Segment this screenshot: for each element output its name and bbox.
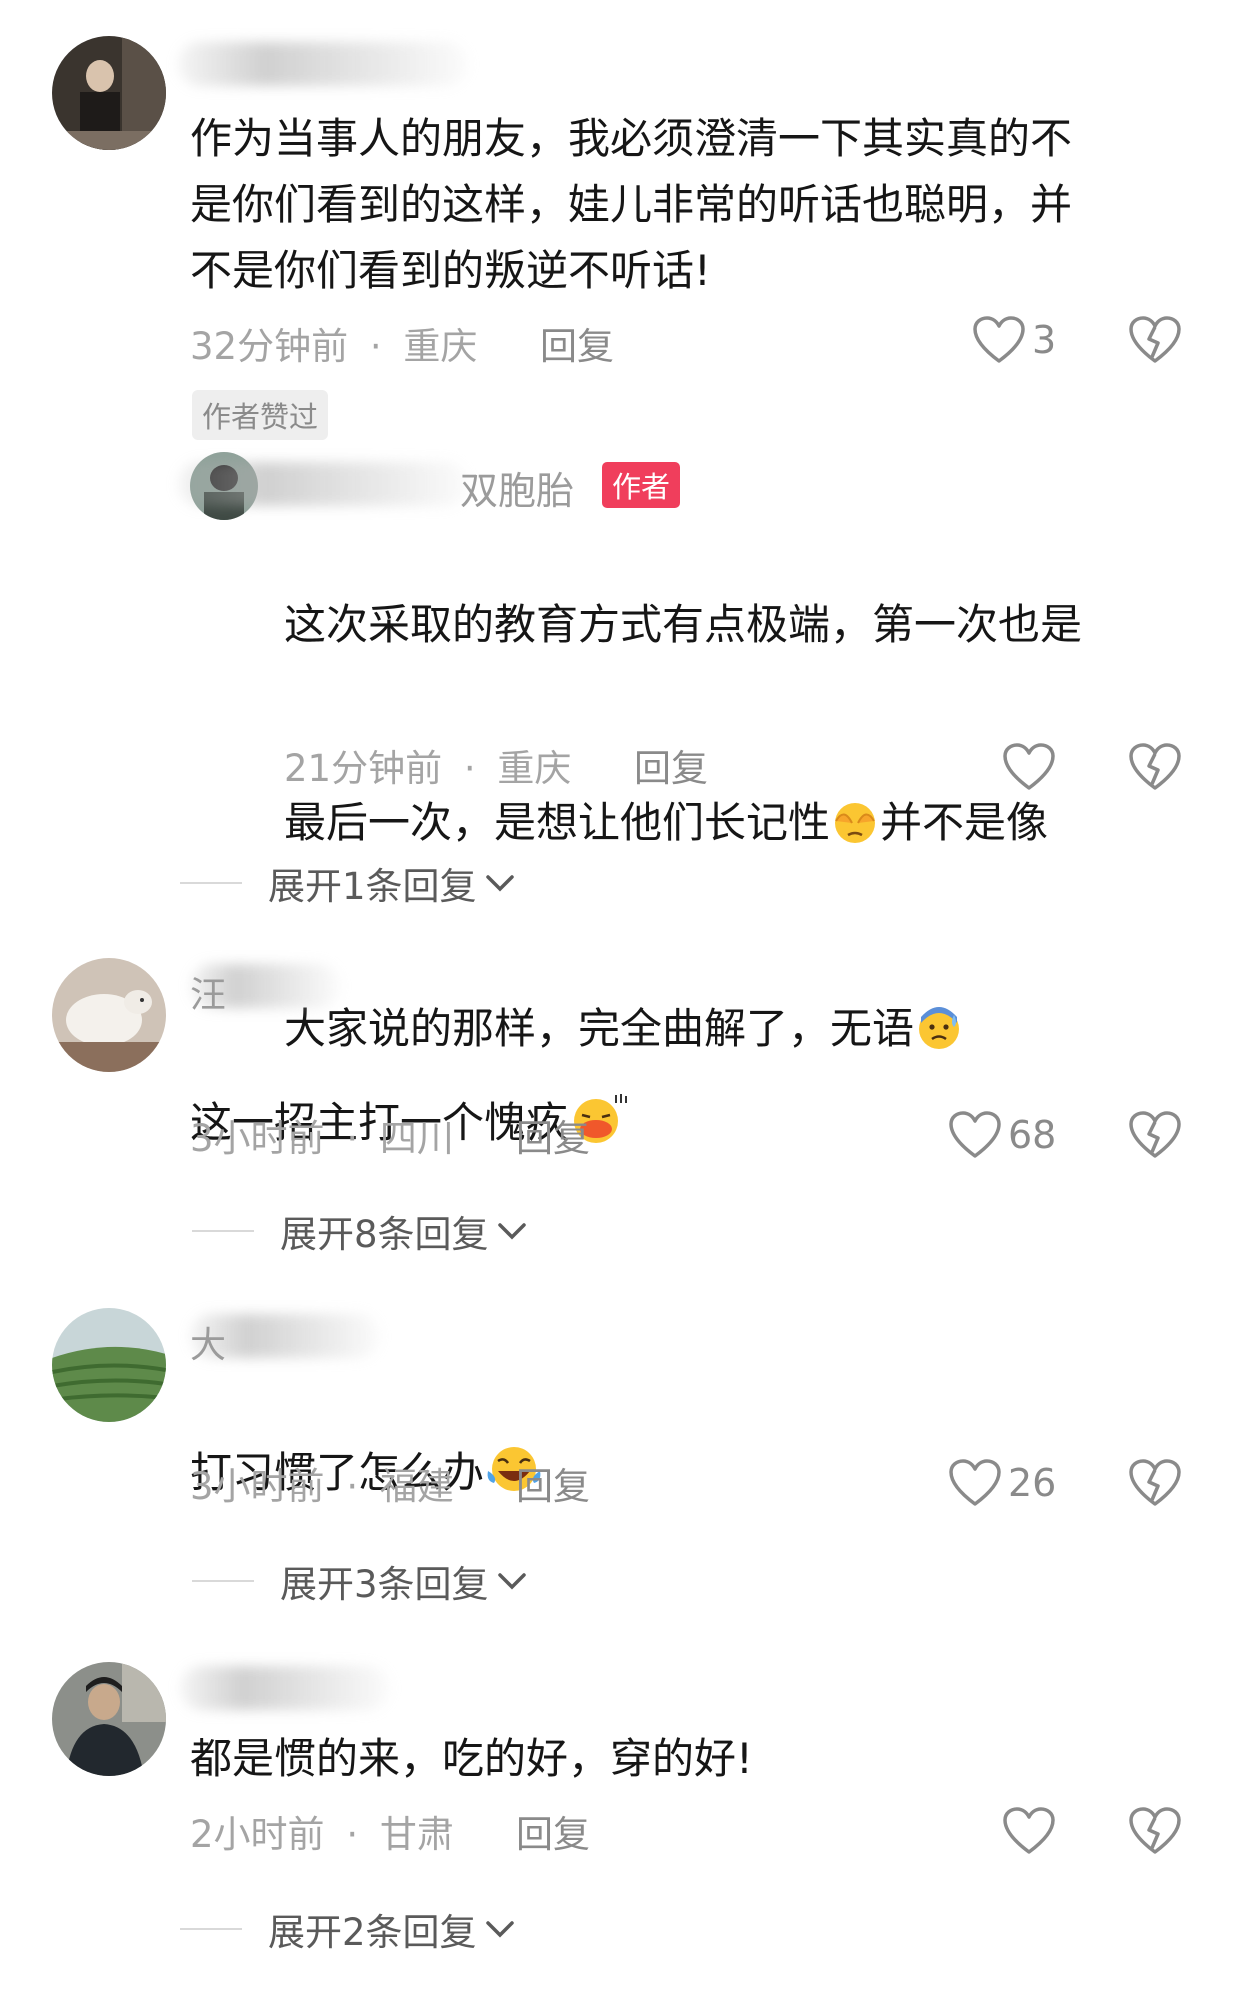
chevron-down-icon	[497, 1573, 526, 1590]
reply-button[interactable]: 回复	[516, 1804, 590, 1858]
expand-replies-label: 展开1条回复	[268, 865, 477, 908]
author-badge: 作者	[602, 462, 681, 508]
dislike-button[interactable]	[1128, 1110, 1182, 1164]
broken-heart-icon	[1129, 1807, 1181, 1854]
commenter-name[interactable]: 大	[190, 1316, 226, 1368]
comment-meta: 2小时前 · 甘肃	[190, 1804, 454, 1858]
meta-separator: ·	[369, 325, 382, 368]
reply-button[interactable]: 回复	[516, 1456, 590, 1510]
chevron-down-icon	[497, 1223, 526, 1240]
like-button[interactable]: 26	[948, 1458, 1056, 1508]
reply-button[interactable]: 回复	[516, 1108, 590, 1162]
like-button[interactable]: 68	[948, 1110, 1056, 1160]
commenter-name-blurred[interactable]	[180, 1666, 390, 1710]
like-count: 3	[1032, 318, 1057, 362]
like-button[interactable]	[1002, 1806, 1056, 1856]
comment-text: 作为当事人的朋友，我必须澄清一下其实真的不 是你们看到的这样，娃儿非常的听话也聪…	[190, 114, 1073, 295]
like-button[interactable]	[1002, 742, 1056, 792]
heart-icon	[1003, 743, 1055, 790]
expand-replies-button[interactable]: 展开8条回复	[192, 1204, 527, 1258]
reply-button[interactable]: 回复	[540, 316, 614, 370]
commenter-name-blurred[interactable]	[178, 42, 468, 86]
comment-meta: 3小时前 · 福建	[190, 1456, 454, 1510]
chevron-down-icon	[485, 1921, 514, 1938]
expand-replies-label: 展开3条回复	[280, 1563, 489, 1606]
comment-location: 重庆	[403, 325, 478, 368]
expand-replies-button[interactable]: 展开3条回复	[192, 1554, 527, 1608]
heart-icon	[949, 1459, 1001, 1506]
like-count: 68	[1008, 1113, 1057, 1157]
comment-time: 3小时前	[190, 1465, 325, 1508]
covering-face-emoji	[830, 798, 880, 864]
avatar[interactable]	[52, 1662, 166, 1776]
expand-replies-label: 展开2条回复	[268, 1911, 477, 1954]
meta-separator: ·	[346, 1465, 359, 1508]
comment-location: 四川	[379, 1117, 454, 1160]
broken-heart-icon	[1129, 316, 1181, 363]
comment-meta: 3小时前 · 四川	[190, 1108, 454, 1162]
heart-icon	[973, 316, 1025, 363]
expand-replies-button[interactable]: 展开1条回复	[180, 856, 515, 910]
dislike-button[interactable]	[1128, 742, 1182, 796]
author-liked-tag: 作者赞过	[192, 390, 329, 440]
chevron-down-icon	[485, 875, 514, 892]
dislike-button[interactable]	[1128, 1806, 1182, 1860]
like-button[interactable]: 3	[972, 315, 1056, 365]
reply-location: 重庆	[497, 747, 572, 790]
comment-time: 2小时前	[190, 1813, 325, 1856]
divider	[180, 882, 242, 884]
avatar[interactable]	[52, 1308, 166, 1422]
broken-heart-icon	[1129, 743, 1181, 790]
expand-replies-label: 展开8条回复	[280, 1213, 489, 1256]
comment-time: 3小时前	[190, 1117, 325, 1160]
like-count: 26	[1008, 1461, 1057, 1505]
reply-name-blurred[interactable]	[178, 462, 468, 506]
reply-meta: 21分钟前 · 重庆	[284, 738, 571, 792]
meta-separator: ·	[346, 1813, 359, 1856]
comment-time: 32分钟前	[190, 325, 349, 368]
divider	[180, 1928, 242, 1930]
broken-heart-icon	[1129, 1459, 1181, 1506]
expand-replies-button[interactable]: 展开2条回复	[180, 1902, 515, 1956]
dislike-button[interactable]	[1128, 315, 1182, 369]
reply-text-line-2a: 最后一次，是想让他们长记性	[284, 798, 831, 847]
meta-separator: ·	[463, 747, 476, 790]
meta-separator: ·	[346, 1117, 359, 1160]
reply-name[interactable]: 双胞胎	[460, 460, 574, 515]
comment-text: 都是惯的来，吃的好，穿的好!	[190, 1734, 753, 1783]
comment-location: 福建	[379, 1465, 454, 1508]
divider	[192, 1230, 254, 1232]
reply-text-line-2b: 并不是像	[880, 798, 1049, 847]
dislike-button[interactable]	[1128, 1458, 1182, 1512]
divider	[192, 1580, 254, 1582]
avatar[interactable]	[52, 36, 166, 150]
comment-location: 甘肃	[379, 1813, 454, 1856]
broken-heart-icon	[1129, 1111, 1181, 1158]
commenter-name[interactable]: 汪	[190, 966, 226, 1018]
comment-meta: 32分钟前 · 重庆	[190, 316, 477, 370]
avatar[interactable]	[52, 958, 166, 1072]
heart-icon	[949, 1111, 1001, 1158]
heart-icon	[1003, 1807, 1055, 1854]
reply-time: 21分钟前	[284, 747, 443, 790]
reply-button[interactable]: 回复	[634, 738, 708, 792]
reply-text-line-1: 这次采取的教育方式有点极端，第一次也是	[284, 600, 1083, 649]
